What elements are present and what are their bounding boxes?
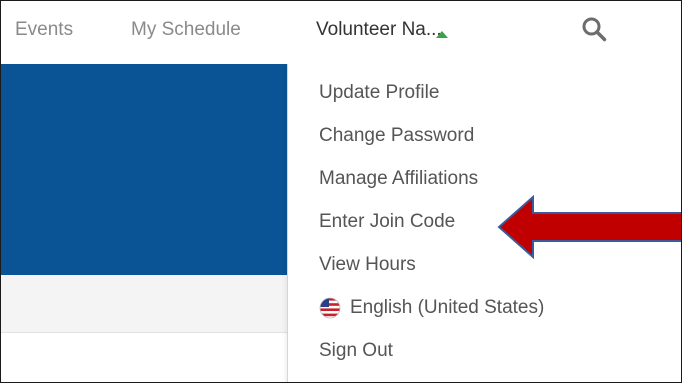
top-navbar: Events My Schedule Volunteer Na... xyxy=(1,1,681,65)
menu-item-update-profile[interactable]: Update Profile xyxy=(319,82,439,104)
menu-item-sign-out[interactable]: Sign Out xyxy=(319,340,393,362)
menu-item-enter-join-code[interactable]: Enter Join Code xyxy=(319,211,455,233)
menu-item-language[interactable]: English (United States) xyxy=(319,297,544,319)
caret-up-icon[interactable] xyxy=(436,31,448,38)
nav-my-schedule-link[interactable]: My Schedule xyxy=(131,19,241,41)
content-band xyxy=(1,275,287,333)
red-arrow-pointer xyxy=(497,195,681,259)
search-icon[interactable] xyxy=(581,16,607,42)
menu-item-change-password[interactable]: Change Password xyxy=(319,125,474,147)
hero-banner xyxy=(1,64,287,275)
us-flag-icon xyxy=(319,297,341,319)
user-menu-toggle[interactable]: Volunteer Na... xyxy=(316,19,442,41)
language-label: English (United States) xyxy=(350,297,545,318)
menu-item-manage-affiliations[interactable]: Manage Affiliations xyxy=(319,168,478,190)
screenshot-frame: Events My Schedule Volunteer Na... Updat… xyxy=(0,0,682,383)
menu-item-view-hours[interactable]: View Hours xyxy=(319,254,416,276)
nav-events-link[interactable]: Events xyxy=(15,19,73,41)
